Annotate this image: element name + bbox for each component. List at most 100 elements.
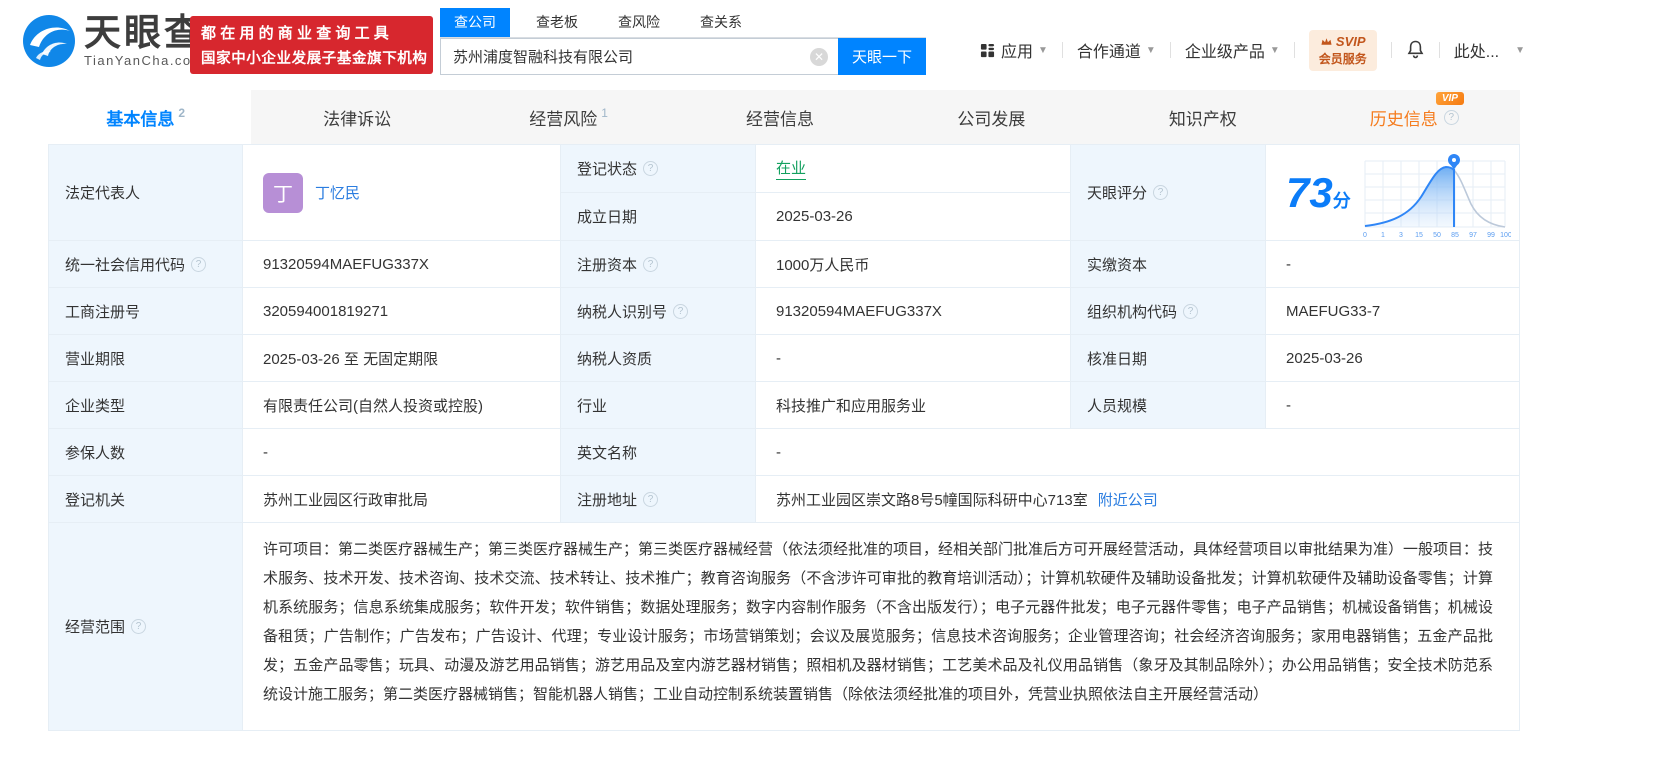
- field-label: 注册地址?: [561, 476, 756, 523]
- establish-date-value: 2025-03-26: [756, 193, 1071, 241]
- brand-name: 天眼查: [84, 12, 204, 53]
- help-icon[interactable]: ?: [643, 491, 659, 507]
- svg-text:100: 100: [1500, 232, 1511, 239]
- section-tabs: 基本信息 2 法律诉讼 经营风险 1 经营信息 公司发展 知识产权 VIP 历史…: [40, 90, 1520, 144]
- header: 天眼查 TianYanCha.com 都在用的商业查询工具 国家中小企业发展子基…: [0, 0, 1657, 90]
- insured-count-value: -: [243, 429, 561, 476]
- nearby-companies-link[interactable]: 附近公司: [1098, 489, 1158, 510]
- tab-intellectual-property[interactable]: 知识产权: [1097, 90, 1308, 144]
- tab-operation-risk[interactable]: 经营风险 1: [463, 90, 674, 144]
- score-unit: 分: [1332, 190, 1351, 211]
- search-tab-relation[interactable]: 查关系: [686, 8, 756, 37]
- crown-icon: [1321, 37, 1332, 45]
- approval-date-value: 2025-03-26: [1266, 335, 1520, 382]
- field-label: 登记状态 ?: [561, 145, 756, 193]
- svip-member-button[interactable]: SVIP 会员服务: [1308, 29, 1377, 71]
- help-icon[interactable]: ?: [191, 256, 207, 272]
- help-icon[interactable]: ?: [1443, 109, 1459, 125]
- svg-text:3: 3: [1399, 232, 1403, 239]
- tab-basic-info[interactable]: 基本信息 2: [40, 90, 252, 144]
- field-label: 法定代表人: [49, 145, 243, 241]
- help-icon[interactable]: ?: [643, 256, 659, 272]
- help-icon[interactable]: ?: [643, 161, 659, 176]
- nav-enterprise-label: 企业级产品: [1184, 44, 1265, 61]
- status-badge[interactable]: 在业: [776, 157, 807, 180]
- field-label: 工商注册号: [49, 288, 243, 335]
- brand-domain: TianYanCha.com: [84, 53, 204, 68]
- slogan-line1: 都在用的商业查询工具: [201, 25, 394, 42]
- tab-legal-litigation[interactable]: 法律诉讼: [251, 90, 462, 144]
- reg-capital-value: 1000万人民币: [756, 241, 1071, 288]
- clear-icon[interactable]: ✕: [810, 48, 828, 66]
- org-code-value: MAEFUG33-7: [1266, 288, 1520, 335]
- field-label: 参保人数: [49, 429, 243, 476]
- field-label: 实缴资本: [1071, 241, 1266, 288]
- field-label: 英文名称: [561, 429, 756, 476]
- legal-rep-link[interactable]: 丁忆民: [315, 182, 360, 203]
- nav-partner-label: 合作通道: [1076, 44, 1141, 61]
- field-label: 组织机构代码?: [1071, 288, 1266, 335]
- help-icon[interactable]: ?: [673, 303, 689, 319]
- help-icon[interactable]: ?: [1183, 303, 1199, 319]
- svip-sublabel: 会员服务: [1318, 51, 1367, 66]
- field-label: 人员规模: [1071, 382, 1266, 429]
- search-tab-boss[interactable]: 查老板: [522, 8, 592, 37]
- chevron-down-icon: ▼: [1037, 44, 1048, 56]
- search-box: ✕: [440, 38, 838, 75]
- tab-business-info[interactable]: 经营信息: [674, 90, 885, 144]
- svg-text:15: 15: [1415, 232, 1423, 239]
- notification-bell-button[interactable]: [1406, 40, 1425, 60]
- search-tab-company[interactable]: 查公司: [440, 8, 510, 37]
- bell-icon: [1407, 40, 1424, 59]
- search-button[interactable]: 天眼一下: [838, 38, 926, 75]
- score-value: 73分 0 1 3 15 50 85 97 99 100: [1266, 145, 1520, 241]
- apps-grid-icon: [980, 43, 995, 57]
- help-icon[interactable]: ?: [1153, 185, 1169, 200]
- divider: [1169, 42, 1171, 58]
- taxpayer-id-value: 91320594MAEFUG337X: [756, 288, 1071, 335]
- search-input[interactable]: [441, 39, 838, 74]
- search-tabs: 查公司 查老板 查风险 查关系: [440, 8, 926, 38]
- logo[interactable]: 天眼查 TianYanCha.com: [22, 14, 204, 68]
- reg-number-value: 320594001819271: [243, 288, 561, 335]
- nav-partner[interactable]: 合作通道 ▼: [1077, 38, 1156, 62]
- field-label: 成立日期: [561, 193, 756, 241]
- field-label: 行业: [561, 382, 756, 429]
- field-label: 纳税人资质: [561, 335, 756, 382]
- user-name: 此处...: [1453, 44, 1500, 61]
- credit-code-value: 91320594MAEFUG337X: [243, 241, 561, 288]
- svg-text:99: 99: [1487, 232, 1495, 239]
- slogan-line2: 国家中小企业发展子基金旗下机构: [201, 51, 428, 67]
- user-menu[interactable]: 此处... ▼: [1454, 38, 1525, 62]
- score-number: 73: [1286, 168, 1333, 216]
- tab-count: 1: [601, 106, 608, 120]
- business-term-value: 2025-03-26 至 无固定期限: [243, 335, 561, 382]
- score-distribution-chart: 0 1 3 15 50 85 97 99 100: [1363, 153, 1511, 239]
- avatar[interactable]: 丁: [263, 172, 303, 213]
- industry-value: 科技推广和应用服务业: [756, 382, 1071, 429]
- svg-text:0: 0: [1363, 232, 1367, 239]
- reg-authority-value: 苏州工业园区行政审批局: [243, 476, 561, 523]
- staff-size-value: -: [1266, 382, 1520, 429]
- chevron-down-icon: ▼: [1269, 44, 1280, 56]
- nav-apps-label: 应用: [1000, 44, 1033, 61]
- field-label: 登记机关: [49, 476, 243, 523]
- search-tab-risk[interactable]: 查风险: [604, 8, 674, 37]
- nav-enterprise[interactable]: 企业级产品 ▼: [1185, 38, 1280, 62]
- field-label: 注册资本?: [561, 241, 756, 288]
- taxpayer-quality-value: -: [756, 335, 1071, 382]
- tab-company-development[interactable]: 公司发展: [886, 90, 1097, 144]
- nav-apps[interactable]: 应用 ▼: [980, 38, 1048, 62]
- chevron-down-icon: ▼: [1515, 44, 1525, 56]
- slogan-banner: 都在用的商业查询工具 国家中小企业发展子基金旗下机构: [190, 16, 433, 74]
- english-name-value: -: [756, 429, 1520, 476]
- search-area: 查公司 查老板 查风险 查关系 ✕ 天眼一下: [440, 8, 926, 75]
- field-label: 天眼评分 ?: [1071, 145, 1266, 241]
- field-label: 企业类型: [49, 382, 243, 429]
- divider: [1438, 42, 1440, 58]
- tianyancha-logo-icon: [23, 15, 75, 67]
- tab-history-info[interactable]: VIP 历史信息 ?: [1309, 90, 1520, 144]
- help-icon[interactable]: ?: [131, 619, 147, 634]
- field-label: 纳税人识别号?: [561, 288, 756, 335]
- field-label: 经营范围?: [49, 523, 243, 731]
